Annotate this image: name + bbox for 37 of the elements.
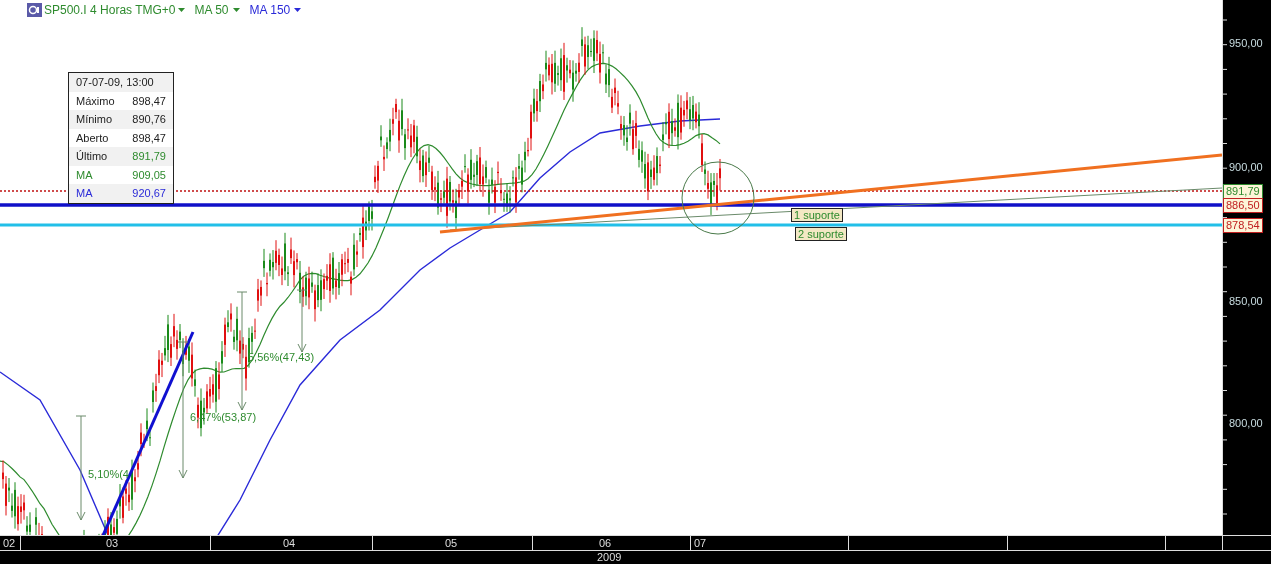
- price-marker: 878,54: [1223, 218, 1263, 233]
- month-label: 07: [694, 537, 707, 549]
- indicator-label[interactable]: MA 50: [194, 3, 229, 17]
- move-arrow: [296, 289, 308, 353]
- price-tick-label: 800,00: [1229, 417, 1263, 429]
- tooltip-label: Máximo: [76, 94, 115, 107]
- caret-icon[interactable]: [232, 8, 240, 12]
- caret-icon[interactable]: [294, 8, 302, 12]
- move-percent-label: 5,10%(4: [88, 468, 129, 480]
- support-label: 1 suporte: [791, 208, 843, 222]
- symbol-label[interactable]: SP500.I 4 Horas TMG+0: [44, 3, 176, 17]
- month-label: 05: [445, 537, 458, 549]
- month-label: 06: [599, 537, 612, 549]
- year-label: 2009: [597, 551, 622, 563]
- caret-icon[interactable]: [177, 8, 185, 12]
- month-label: 03: [106, 537, 119, 549]
- tooltip-value: 898,47: [132, 131, 166, 144]
- tooltip-value: 909,05: [132, 168, 166, 181]
- price-tick-label: 950,00: [1229, 37, 1263, 49]
- tooltip-value: 920,67: [132, 187, 166, 200]
- tooltip-value: 891,79: [132, 150, 166, 163]
- tooltip-label: MA: [76, 187, 93, 200]
- tooltip-label: Aberto: [76, 131, 109, 144]
- month-label: 02: [3, 537, 16, 549]
- logo-icon: [27, 3, 42, 17]
- support-label: 2 suporte: [795, 227, 847, 241]
- price-tick-label: 850,00: [1229, 295, 1263, 307]
- price-tick-label: 900,00: [1229, 161, 1263, 173]
- indicator-label[interactable]: MA 150: [249, 3, 291, 17]
- price-marker: 886,50: [1223, 198, 1263, 213]
- tooltip-label: Mínimo: [76, 113, 113, 126]
- tooltip-value: 898,47: [132, 94, 166, 107]
- tooltip-label: Último: [76, 150, 108, 163]
- tooltip-date: 07-07-09, 13:00: [76, 76, 154, 89]
- tooltip-value: 890,76: [132, 113, 166, 126]
- month-label: 04: [283, 537, 296, 549]
- tooltip-label: MA: [76, 168, 93, 181]
